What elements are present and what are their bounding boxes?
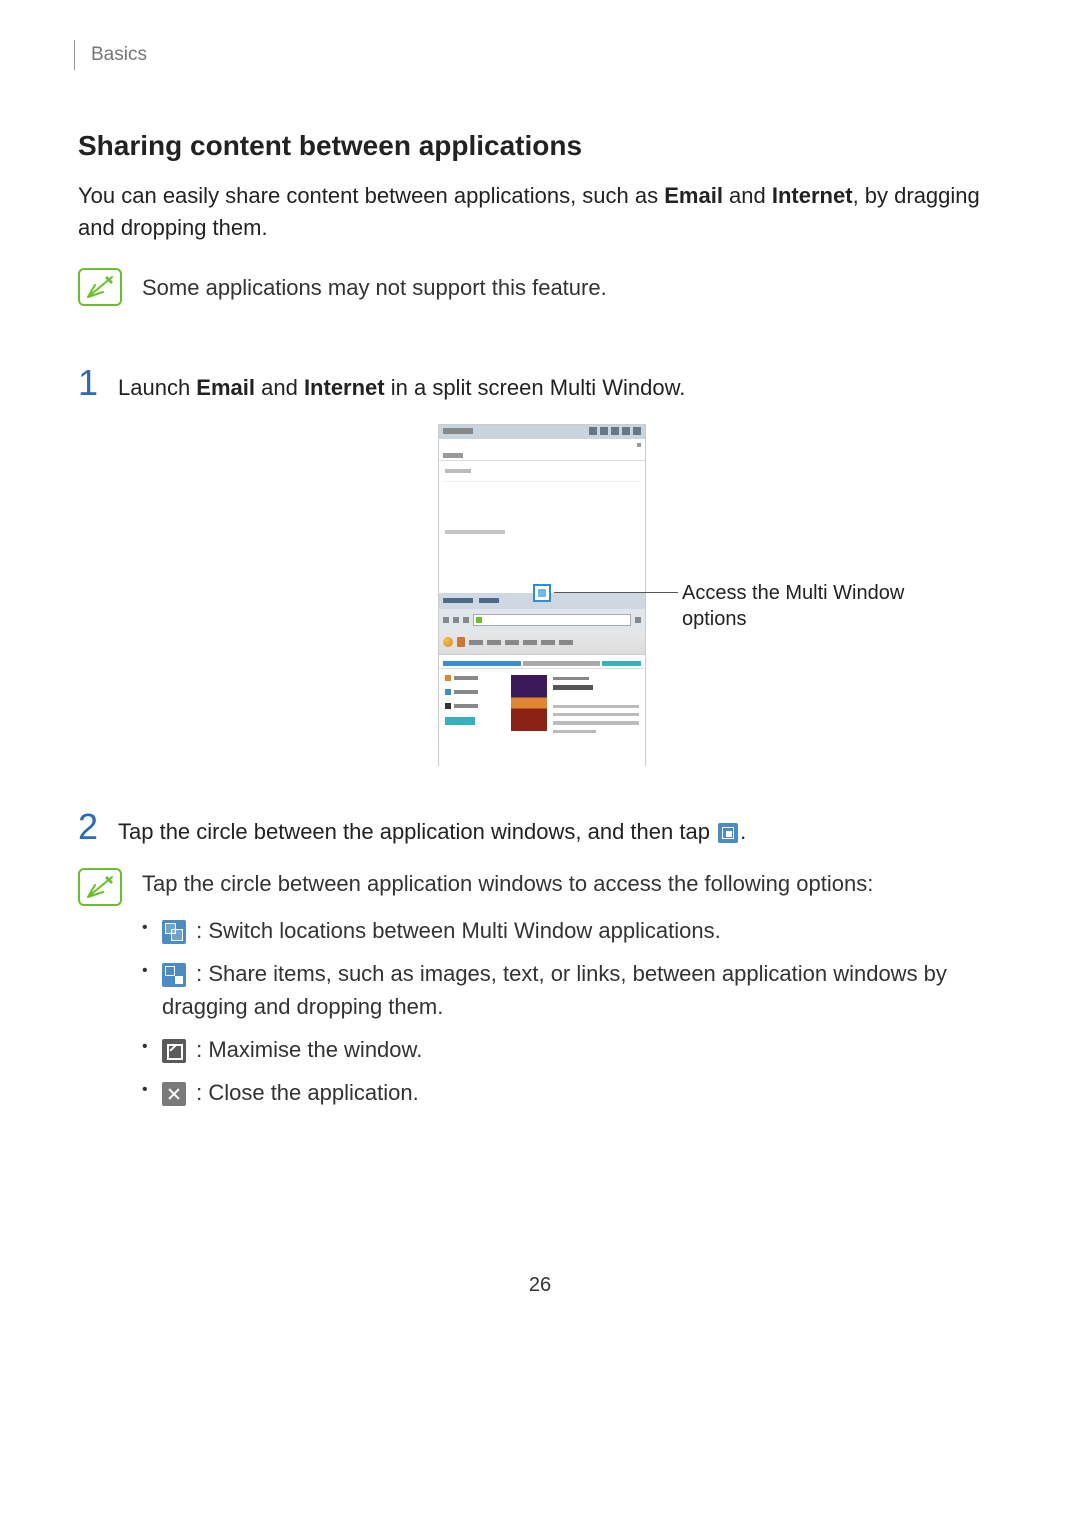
step-2-text: Tap the circle between the application w… (118, 810, 746, 848)
step-1-text: Launch Email and Internet in a split scr… (118, 366, 685, 404)
share-icon (718, 823, 738, 843)
note-icon (78, 868, 122, 906)
figure-container: Access the Multi Window options (78, 424, 1006, 766)
option-close: : Close the application. (142, 1076, 1006, 1109)
maximize-icon (162, 1039, 186, 1063)
options-list: : Switch locations between Multi Window … (142, 914, 1006, 1109)
callout-text: Access the Multi Window options (682, 580, 922, 632)
close-icon (162, 1082, 186, 1106)
option-switch: : Switch locations between Multi Window … (142, 914, 1006, 947)
internet-pane (439, 593, 645, 766)
section-heading: Sharing content between applications (78, 130, 1006, 162)
email-pane (439, 425, 645, 593)
option-maximize: : Maximise the window. (142, 1033, 1006, 1066)
step-number-2: 2 (78, 806, 102, 848)
note-text: Some applications may not support this f… (142, 268, 607, 304)
breadcrumb: Basics (91, 44, 147, 66)
intro-paragraph: You can easily share content between app… (78, 180, 1006, 244)
option-share: : Share items, such as images, text, or … (142, 957, 1006, 1023)
split-screen-figure (438, 424, 646, 766)
step-number-1: 1 (78, 362, 102, 404)
share-items-icon (162, 963, 186, 987)
page-number: 26 (529, 1274, 551, 1297)
multi-window-handle-icon (533, 584, 551, 602)
switch-windows-icon (162, 920, 186, 944)
options-intro: Tap the circle between application windo… (142, 868, 1006, 900)
note-icon (78, 268, 122, 306)
